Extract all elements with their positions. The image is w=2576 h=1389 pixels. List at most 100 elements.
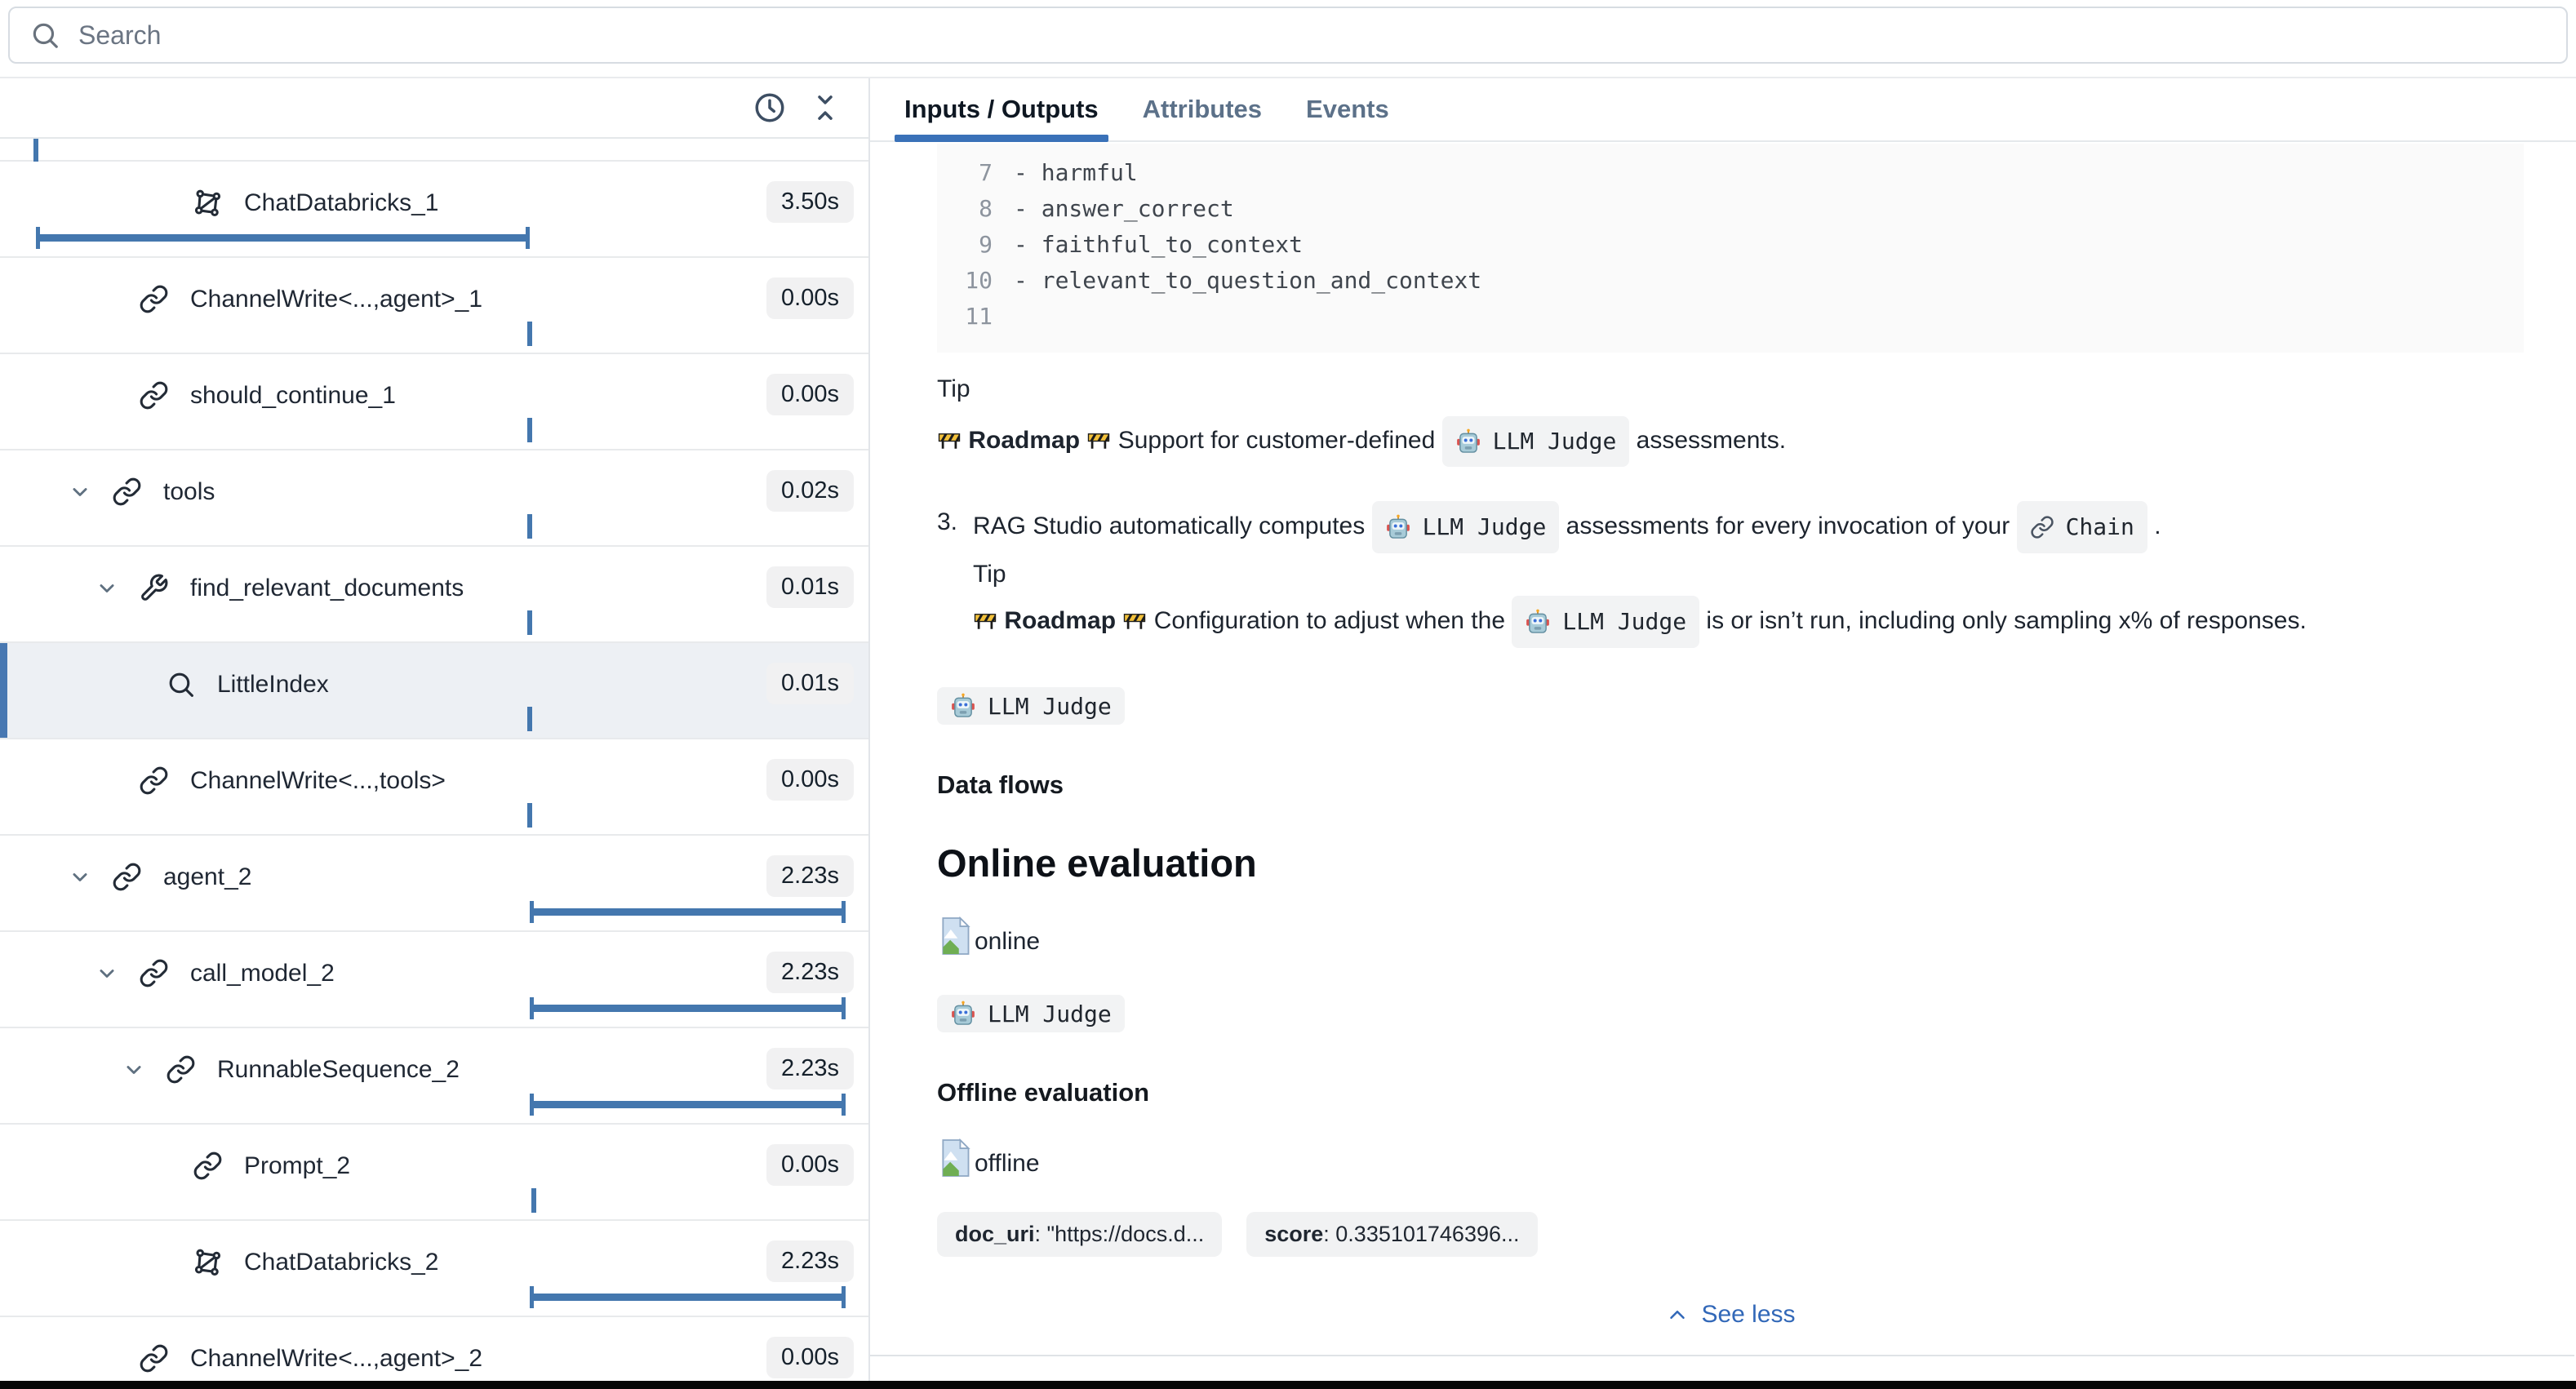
duration-badge: 2.23s: [766, 855, 854, 897]
details-panel: Inputs / Outputs Attributes Events 7- ha…: [870, 78, 2576, 1382]
tree-row-agent-2[interactable]: agent_22.23s: [0, 836, 868, 932]
construction-icon: [1086, 427, 1111, 451]
broken-image-alt: offline: [975, 1150, 1040, 1178]
line-number: 10: [937, 263, 993, 299]
tree-row-littleindex[interactable]: LittleIndex0.01s: [0, 643, 868, 739]
span-name: Prompt_2: [244, 1152, 350, 1180]
timeline-track: [0, 1187, 854, 1216]
online-evaluation-heading: Online evaluation: [937, 841, 2574, 885]
code-text: - faithful_to_context: [1014, 227, 1303, 263]
duration-badge: 3.50s: [766, 181, 854, 223]
offline-image-row: offline: [937, 1138, 2574, 1178]
tree-row-channelwrite-agent-1[interactable]: ChannelWrite<...,agent>_10.00s: [0, 258, 868, 354]
duration-badge: 0.00s: [766, 277, 854, 319]
line-number: 9: [937, 227, 993, 263]
llm-judge-badge: LLM Judge: [1512, 596, 1699, 648]
tree-row-chatdatabricks-2[interactable]: ChatDatabricks_22.23s: [0, 1221, 868, 1317]
clock-icon[interactable]: [753, 91, 787, 125]
tree-row-prompt-2[interactable]: Prompt_2 0.00s: [0, 1125, 868, 1221]
tab-label: Inputs / Outputs: [904, 95, 1099, 124]
tab-attributes[interactable]: Attributes: [1139, 78, 1265, 140]
robot-icon: [950, 692, 976, 720]
duration-badge: 0.01s: [766, 566, 854, 608]
timeline-bar-cap: [842, 901, 846, 923]
trace-viewer-window: ChatDatabricks_1 3.50s ChannelWrite<...,ag…: [0, 0, 2576, 1389]
broken-image-icon: [937, 916, 973, 956]
span-name: find_relevant_documents: [190, 575, 464, 602]
tree-row-should-continue-1[interactable]: should_continue_10.00s: [0, 354, 868, 450]
online-image-row: online: [937, 916, 2574, 956]
llm-judge-badge: LLM Judge: [1372, 501, 1560, 553]
robot-icon: [1525, 608, 1551, 636]
numbered-list-item-3: 3. RAG Studio automatically computes LLM…: [937, 501, 2574, 648]
tip-text: assessments.: [1637, 427, 1786, 454]
tab-bar: Inputs / Outputs Attributes Events: [870, 78, 2576, 142]
code-text: - answer_correct: [1014, 191, 1234, 227]
search-icon: [29, 20, 60, 51]
span-name: ChatDatabricks_1: [244, 189, 438, 217]
tree-row-chatdatabricks-1[interactable]: ChatDatabricks_1 3.50s: [0, 162, 868, 258]
chain-icon: [193, 1151, 223, 1181]
model-icon: [193, 188, 223, 218]
chevron-down-icon[interactable]: [93, 575, 121, 602]
chevron-down-icon[interactable]: [120, 1056, 148, 1084]
list-marker: 3.: [937, 501, 973, 648]
inputs-outputs-content: 7- harmful8- answer_correct9- faithful_t…: [870, 144, 2574, 1356]
timeline-bar-cap: [842, 1094, 846, 1116]
timeline-bar-cap: [530, 997, 534, 1019]
tree-row-tools[interactable]: tools0.02s: [0, 450, 868, 547]
search-input[interactable]: [78, 20, 2547, 51]
span-name: ChatDatabricks_2: [244, 1249, 438, 1276]
code-line: 7- harmful: [937, 155, 2524, 191]
tree-row-find-relevant-documents[interactable]: find_relevant_documents 0.01s: [0, 547, 868, 643]
timeline-track: [0, 513, 854, 542]
code-text: - harmful: [1014, 155, 1138, 191]
chevron-down-icon[interactable]: [93, 960, 121, 987]
timeline-bar: [530, 1294, 846, 1301]
chain-icon: [166, 1054, 196, 1085]
tree-row-runnablesequence-2[interactable]: RunnableSequence_22.23s: [0, 1028, 868, 1125]
span-name: RunnableSequence_2: [217, 1056, 460, 1084]
tree-row-channelwrite-tools-[interactable]: ChannelWrite<...,tools>0.00s: [0, 739, 868, 836]
active-tab-underline: [895, 135, 1108, 142]
retriever-icon: [166, 669, 196, 699]
chevron-down-icon[interactable]: [66, 863, 94, 891]
timeline-bar: [530, 1101, 846, 1108]
construction-icon: [973, 607, 997, 632]
span-name: ChannelWrite<...,agent>_2: [190, 1345, 482, 1373]
doc-uri-badge: doc_uri: "https://docs.d...: [937, 1212, 1222, 1257]
span-name: tools: [163, 478, 215, 506]
tip-roadmap-line: Roadmap Support for customer-defined LLM…: [937, 416, 2574, 467]
tree-row-channelwrite-agent-2[interactable]: ChannelWrite<...,agent>_20.00s: [0, 1317, 868, 1379]
timeline-track: [0, 898, 854, 927]
code-line: 9 - faithful_to_context: [937, 227, 2524, 263]
tab-label: Attributes: [1143, 95, 1262, 124]
search-bar: [8, 7, 2568, 64]
code-line: 11: [937, 299, 2524, 335]
score-badge: score: 0.335101746396...: [1246, 1212, 1537, 1257]
duration-badge: 0.00s: [766, 1144, 854, 1186]
tip-title: Tip: [937, 375, 2574, 403]
tab-inputs-outputs[interactable]: Inputs / Outputs: [901, 78, 1102, 140]
tree-row-call-model-2[interactable]: call_model_22.23s: [0, 932, 868, 1028]
chain-icon: [2030, 515, 2054, 539]
timeline-tick: [527, 418, 532, 442]
tip-title: Tip: [973, 561, 1006, 588]
see-less-button[interactable]: See less: [937, 1301, 2524, 1329]
chain-icon: [112, 862, 142, 892]
tree-row-partial[interactable]: [0, 139, 868, 162]
timeline-bar-cap: [842, 1286, 846, 1308]
code-block: 7- harmful8- answer_correct9- faithful_t…: [937, 144, 2524, 353]
duration-badge: 0.00s: [766, 759, 854, 801]
tab-events[interactable]: Events: [1303, 78, 1392, 140]
span-name: call_model_2: [190, 960, 335, 987]
llm-judge-badge: LLM Judge: [937, 687, 1125, 725]
tool-icon: [139, 573, 169, 603]
collapse-all-icon[interactable]: [808, 91, 842, 125]
data-flows-heading: Data flows: [937, 770, 2574, 800]
chevron-down-icon[interactable]: [66, 478, 94, 506]
broken-image-alt: online: [975, 928, 1040, 956]
tip-text: Support for customer-defined: [1118, 427, 1436, 454]
timeline-bar-cap: [530, 1286, 534, 1308]
timeline-track: [0, 1283, 854, 1312]
